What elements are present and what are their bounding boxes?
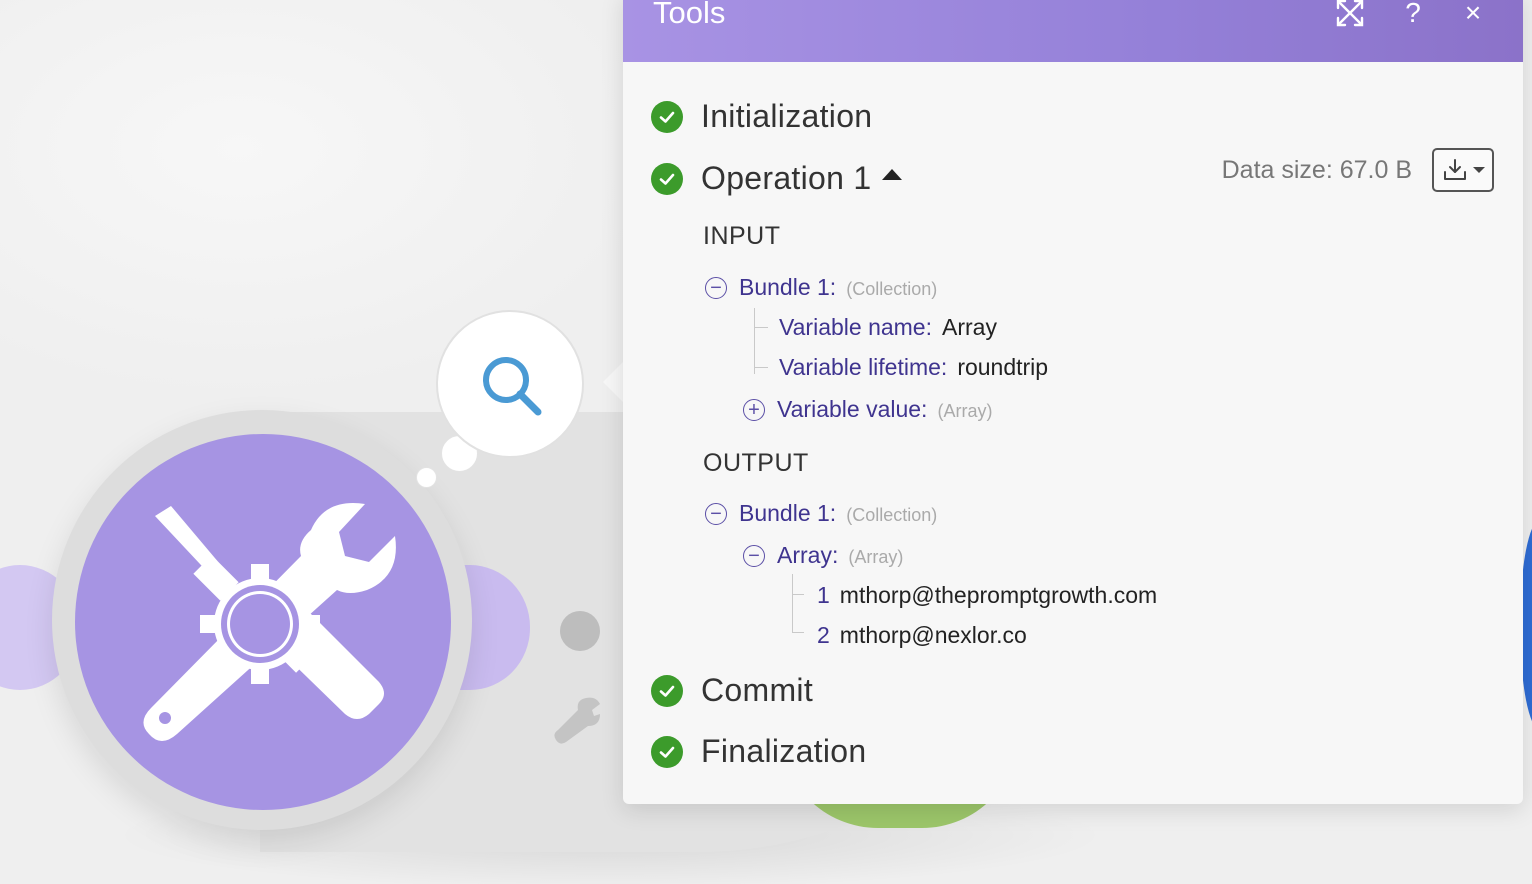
step-label: Operation 1 <box>701 160 872 196</box>
array-item-value: mthorp@thepromptgrowth.com <box>839 582 1158 608</box>
inspector-panel: Tools ? × Initialization Operation 1 Dat… <box>623 0 1523 804</box>
success-check-icon <box>651 674 683 707</box>
bundle-type: (Collection) <box>846 505 938 525</box>
tree-line <box>792 574 793 632</box>
step-initialization[interactable]: Initialization <box>651 98 872 135</box>
thought-bubble-small <box>416 467 437 488</box>
step-label: Commit <box>701 672 814 708</box>
wrench-icon[interactable] <box>552 692 604 744</box>
bundle-label: Bundle 1: <box>739 274 837 300</box>
array-item-row: 2 mthorp@nexlor.co <box>817 622 1027 649</box>
panel-title: Tools <box>653 0 726 30</box>
success-check-icon <box>651 100 683 133</box>
chevron-down-icon <box>1472 167 1485 173</box>
field-key: Variable name: <box>779 314 932 340</box>
expand-icon[interactable] <box>1335 0 1365 28</box>
success-check-icon <box>651 735 683 768</box>
inspector-bubble[interactable] <box>436 310 584 458</box>
array-item-index: 2 <box>817 622 830 648</box>
step-label: Finalization <box>701 733 867 769</box>
panel-pointer <box>603 362 623 402</box>
array-type: (Array) <box>848 547 904 567</box>
collapse-toggle-icon[interactable]: − <box>705 276 727 299</box>
expand-toggle-icon[interactable]: + <box>743 398 765 421</box>
data-size: Data size: 67.0 B <box>1221 156 1412 184</box>
array-item-value: mthorp@nexlor.co <box>839 622 1027 648</box>
download-icon <box>1443 159 1466 180</box>
collapse-caret-icon[interactable] <box>881 169 902 180</box>
panel-header: Tools ? × <box>623 0 1523 62</box>
tree-line <box>792 594 804 595</box>
array-item-row: 1 mthorp@thepromptgrowth.com <box>817 582 1157 609</box>
output-bundle-row[interactable]: − Bundle 1: (Collection) <box>705 500 937 527</box>
collapse-toggle-icon[interactable]: − <box>743 544 765 567</box>
tree-line <box>792 632 804 633</box>
download-button[interactable] <box>1432 148 1494 192</box>
close-icon[interactable]: × <box>1458 0 1488 28</box>
field-key: Variable value: <box>777 396 928 422</box>
input-bundle-row[interactable]: − Bundle 1: (Collection) <box>705 274 937 301</box>
array-label: Array: <box>777 542 839 568</box>
field-value: Array <box>942 314 997 340</box>
array-item-index: 1 <box>817 582 830 608</box>
search-icon <box>483 357 542 416</box>
tree-line <box>754 367 768 368</box>
output-section-title: OUTPUT <box>703 449 809 477</box>
tree-line <box>754 327 768 328</box>
success-check-icon <box>651 162 683 195</box>
input-field-row: Variable lifetime: roundtrip <box>779 354 1048 381</box>
module-settings-dot[interactable] <box>560 611 600 651</box>
help-icon[interactable]: ? <box>1398 0 1428 28</box>
collapse-toggle-icon[interactable]: − <box>705 502 727 525</box>
input-value-row[interactable]: + Variable value: (Array) <box>743 396 992 423</box>
bundle-label: Bundle 1: <box>739 500 837 526</box>
output-array-row[interactable]: − Array: (Array) <box>743 542 903 569</box>
field-key: Variable lifetime: <box>779 354 948 380</box>
input-section-title: INPUT <box>703 222 781 250</box>
bundle-type: (Collection) <box>846 279 938 299</box>
step-operation-1[interactable]: Operation 1 <box>651 160 902 197</box>
step-commit[interactable]: Commit <box>651 672 813 709</box>
field-value: roundtrip <box>957 354 1049 380</box>
tools-icon <box>143 503 396 741</box>
tools-module[interactable] <box>75 434 451 810</box>
step-label: Initialization <box>701 98 873 134</box>
field-type: (Array) <box>937 401 993 421</box>
step-finalization[interactable]: Finalization <box>651 733 866 770</box>
input-field-row: Variable name: Array <box>779 314 997 341</box>
tree-line <box>754 308 755 374</box>
